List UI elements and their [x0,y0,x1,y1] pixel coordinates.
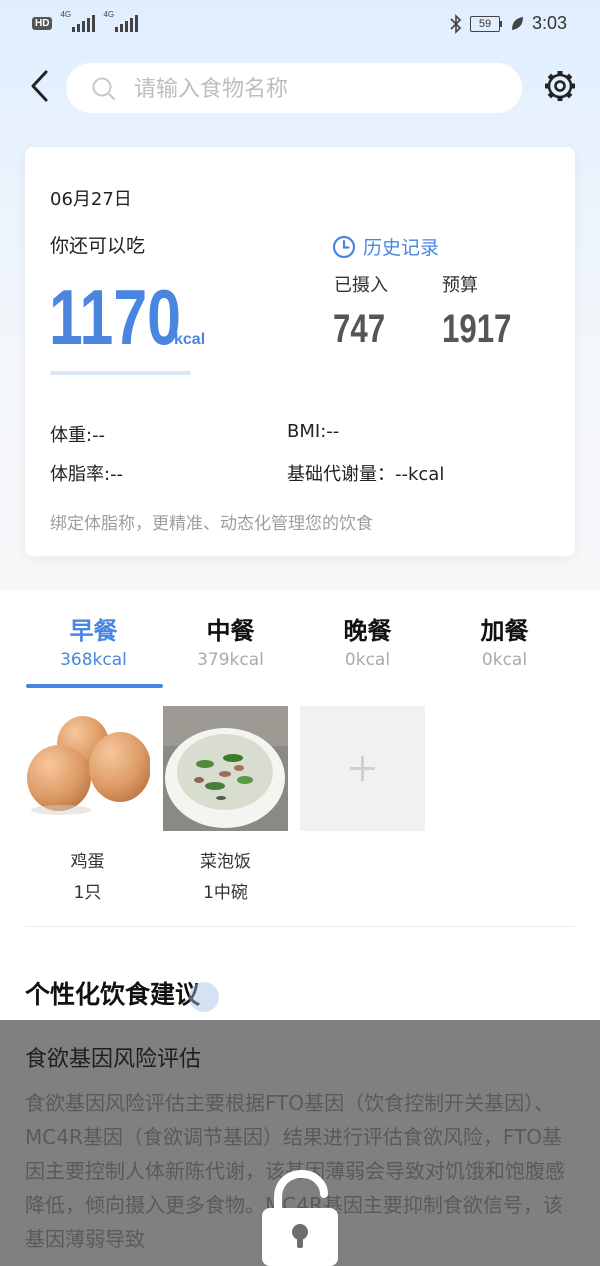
status-right: 59 3:03 [450,13,567,34]
tab-kcal: 0kcal [344,650,391,670]
tab-breakfast[interactable]: 早餐 368kcal [25,614,162,670]
meal-tabs: 早餐 368kcal 中餐 379kcal 晚餐 0kcal 加餐 0kcal [25,614,575,690]
section-divider [25,926,575,927]
tab-name: 早餐 [69,617,118,645]
food-amount: 1只 [73,883,102,903]
settings-gear-icon[interactable] [542,68,578,104]
intake-value: 747 [333,307,386,351]
tab-name: 加餐 [480,617,529,645]
signal-icon-2: 4G [103,10,139,32]
food-item-egg[interactable]: 鸡蛋 1只 [25,706,150,903]
advice-section-title: 个性化饮食建议 [25,980,201,1009]
bind-scale-hint[interactable]: 绑定体脂称，更精准、动态化管理您的饮食 [50,509,373,534]
bmr-stat: 基础代谢量：--kcal [287,464,445,485]
can-eat-label: 你还可以吃 [50,235,146,257]
unlock-icon[interactable] [258,1170,342,1266]
add-food-button[interactable] [300,706,425,831]
date-label: 06月27日 [50,189,132,210]
search-bar[interactable] [66,63,522,113]
food-name: 菜泡饭 [200,852,251,872]
advice-card-title: 食欲基因风险评估 [25,1047,202,1072]
history-label: 历史记录 [363,237,440,259]
signal-icon: 4G [60,10,96,32]
clock: 3:03 [531,13,567,33]
remaining-unit: kcal [174,331,206,348]
network-type-label-2: 4G [103,10,115,19]
food-item-rice-soup[interactable]: 菜泡饭 1中碗 [163,706,288,903]
plus-icon [350,756,375,781]
tab-snack[interactable]: 加餐 0kcal [436,614,573,670]
budget-value: 1917 [442,307,512,351]
egg-image [25,706,150,831]
back-arrow-icon[interactable] [26,68,56,104]
rice-soup-image [163,706,288,831]
tab-name: 中餐 [206,617,255,645]
tab-lunch[interactable]: 中餐 379kcal [162,614,299,670]
history-button[interactable]: 历史记录 [332,233,439,260]
weight-stat: 体重:-- [50,425,106,446]
bmi-stat: BMI:-- [287,421,340,442]
bluetooth-icon [450,13,462,34]
clock-icon [332,235,356,258]
touch-ripple [189,982,219,1012]
tab-kcal: 0kcal [481,650,528,670]
search-icon [92,77,115,100]
body-fat-stat: 体脂率:-- [50,464,124,485]
status-bar: HD 4G 4G 59 3:03 [0,0,600,50]
network-type-label: 4G [60,10,72,19]
tab-name: 晚餐 [343,617,392,645]
tab-dinner[interactable]: 晚餐 0kcal [299,614,436,670]
hd-badge: HD [32,16,53,30]
active-tab-indicator [26,684,163,688]
budget-label: 预算 [442,275,478,296]
leaf-icon [511,16,523,30]
remaining-calories: 1170 [49,273,181,361]
search-input[interactable] [132,71,506,107]
food-name: 鸡蛋 [70,852,105,872]
remaining-underline [50,371,191,375]
tab-kcal: 368kcal [60,650,127,670]
battery-level: 59 [469,15,500,32]
food-amount: 1中碗 [203,883,248,903]
status-left: HD 4G 4G [32,10,139,32]
battery-icon: 59 [469,15,502,32]
calorie-summary-card: 06月27日 你还可以吃 1170 kcal 历史记录 已摄入 预算 747 1… [25,147,575,556]
tab-kcal: 379kcal [197,650,264,670]
intake-label: 已摄入 [334,275,388,296]
